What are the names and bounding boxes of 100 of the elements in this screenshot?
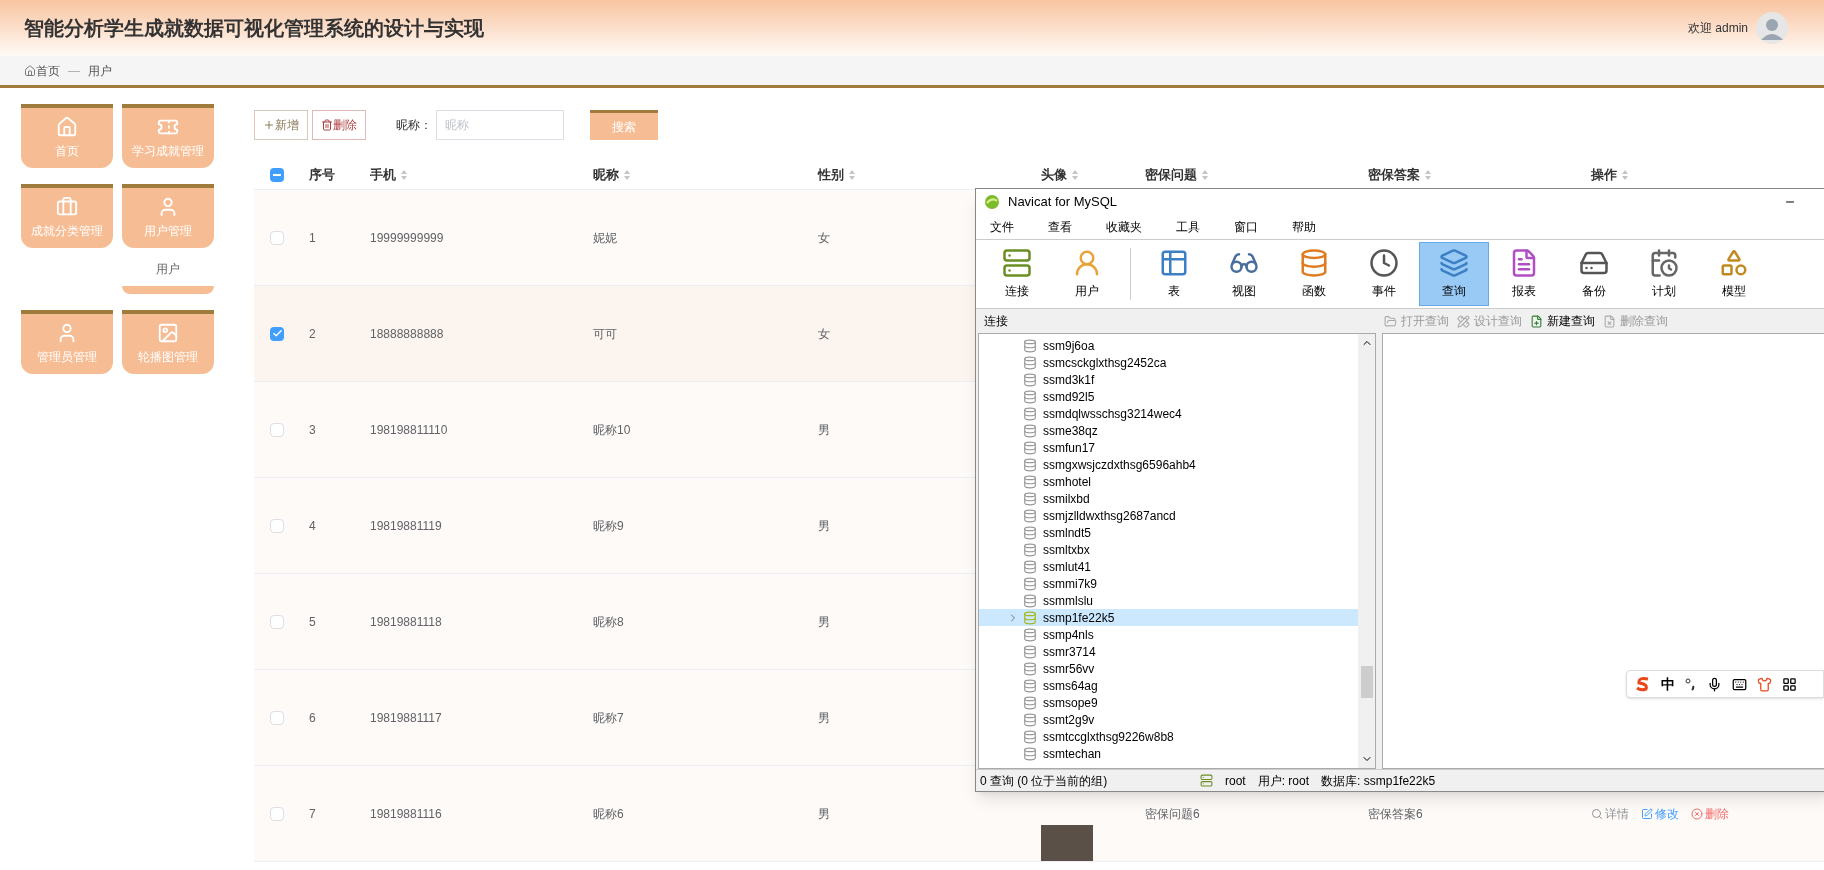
toolbar-button[interactable]: 事件: [1349, 242, 1419, 306]
edit-icon: [1641, 807, 1653, 820]
database-item[interactable]: ssmgxwsjczdxthsg6596ahb4: [979, 456, 1358, 473]
database-item[interactable]: ssmlndt5: [979, 524, 1358, 541]
checkbox[interactable]: [270, 710, 284, 725]
menu-item[interactable]: 窗口: [1224, 218, 1268, 236]
sort-icon[interactable]: [1424, 168, 1432, 181]
database-item[interactable]: ssmt2g9v: [979, 711, 1358, 728]
picture-icon: [157, 322, 179, 344]
database-item[interactable]: ssmtccglxthsg9226w8b8: [979, 728, 1358, 745]
table-cell: 198198811110: [370, 422, 448, 437]
sort-icon[interactable]: [623, 168, 631, 181]
database-item[interactable]: ssmp1fe22k5: [979, 609, 1358, 626]
checkbox[interactable]: [270, 806, 284, 821]
keyboard-icon[interactable]: [1732, 676, 1747, 692]
menu-item[interactable]: 工具: [1166, 218, 1210, 236]
window-title: Navicat for MySQL: [1008, 193, 1118, 212]
database-item[interactable]: ssmd92l5: [979, 388, 1358, 405]
database-item[interactable]: ssmhotel: [979, 473, 1358, 490]
checkbox[interactable]: [270, 518, 284, 533]
database-item[interactable]: ssmtechan: [979, 745, 1358, 762]
add-button[interactable]: 新增: [254, 110, 308, 140]
checkbox[interactable]: [270, 614, 284, 629]
column-header: 手机: [370, 165, 396, 184]
submenu-item[interactable]: 用户: [156, 260, 180, 278]
database-item[interactable]: ssmjzlldwxthsg2687ancd: [979, 507, 1358, 524]
checkbox[interactable]: [270, 326, 284, 341]
sort-icon[interactable]: [848, 168, 856, 181]
database-item[interactable]: ssmcsckglxthsg2452ca: [979, 354, 1358, 371]
sort-icon[interactable]: [1071, 168, 1079, 181]
checkbox[interactable]: [270, 167, 284, 182]
database-item[interactable]: ssmltxbx: [979, 541, 1358, 558]
checkbox[interactable]: [270, 230, 284, 245]
table-cell: 昵称7: [593, 710, 624, 725]
logo-icon: [984, 194, 1000, 210]
database-item[interactable]: ssmfun17: [979, 439, 1358, 456]
menu-item[interactable]: 帮助: [1282, 218, 1326, 236]
database-item[interactable]: ssme38qz: [979, 422, 1358, 439]
microphone-icon[interactable]: [1707, 676, 1722, 692]
database-item[interactable]: ssm9j6oa: [979, 337, 1358, 354]
column-header: 性别: [818, 165, 844, 184]
table-cell: 19819881118: [370, 614, 442, 629]
checkbox[interactable]: [270, 422, 284, 437]
database-item[interactable]: ssmlut41: [979, 558, 1358, 575]
avatar-icon[interactable]: [1756, 12, 1788, 44]
grid-icon[interactable]: [1782, 676, 1797, 692]
punctuation-icon[interactable]: [1685, 677, 1697, 691]
sort-icon[interactable]: [1201, 168, 1209, 181]
table-cell: 1: [309, 230, 316, 245]
table-cell: 男: [818, 614, 830, 629]
table-cell: 19999999999: [370, 230, 444, 245]
database-item[interactable]: ssmr3714: [979, 643, 1358, 660]
database-item[interactable]: ssmp4nls: [979, 626, 1358, 643]
input-mode[interactable]: 中: [1661, 673, 1675, 695]
toolbar-button[interactable]: 函数: [1279, 242, 1349, 306]
delete-button[interactable]: 删除: [312, 110, 366, 140]
logo-icon[interactable]: [1635, 676, 1651, 692]
toolbar-button[interactable]: 用户: [1052, 242, 1122, 306]
table-cell: 2: [309, 326, 316, 341]
database-item[interactable]: ssms64ag: [979, 677, 1358, 694]
database-item[interactable]: ssmilxbd: [979, 490, 1358, 507]
database-icon: [1023, 559, 1037, 574]
table-cell: 19819881116: [370, 806, 442, 821]
table-cell: 密保答案6: [1368, 806, 1423, 821]
database-item[interactable]: ssmmlslu: [979, 592, 1358, 609]
search-field[interactable]: 昵称: [436, 110, 564, 140]
shirt-icon[interactable]: [1757, 676, 1772, 692]
query-action[interactable]: 新建查询: [1530, 312, 1595, 330]
folder-icon: [1384, 314, 1397, 328]
sort-icon[interactable]: [400, 168, 408, 181]
database-item[interactable]: ssmr56vv: [979, 660, 1358, 677]
server-icon: [1200, 774, 1213, 787]
table-cell: 女: [818, 230, 830, 245]
menu-item[interactable]: 文件: [980, 218, 1024, 236]
database-item[interactable]: ssmsope9: [979, 694, 1358, 711]
toolbar-button[interactable]: 表: [1139, 242, 1209, 306]
database-item[interactable]: ssmmi7k9: [979, 575, 1358, 592]
briefcase-icon: [56, 196, 78, 218]
menu-item[interactable]: 查看: [1038, 218, 1082, 236]
menu-item[interactable]: 收藏夹: [1096, 218, 1152, 236]
database-item[interactable]: ssmdqlwsschsg3214wec4: [979, 405, 1358, 422]
table-cell: 昵称8: [593, 614, 624, 629]
scroll-thumb[interactable]: [1360, 665, 1373, 698]
breadcrumb-item[interactable]: 首页: [36, 61, 60, 80]
toolbar-button[interactable]: 视图: [1209, 242, 1279, 306]
table-cell: 18888888888: [370, 326, 444, 341]
database-icon: [1023, 729, 1037, 744]
toolbar-button[interactable]: 备份: [1559, 242, 1629, 306]
toolbar-button[interactable]: 查询: [1419, 242, 1489, 306]
toolbar-button[interactable]: 报表: [1489, 242, 1559, 306]
toolbar-button[interactable]: 模型: [1699, 242, 1769, 306]
toolbar-button[interactable]: 计划: [1629, 242, 1699, 306]
scrollbar[interactable]: [1358, 334, 1375, 768]
toolbar-button[interactable]: 连接: [982, 242, 1052, 306]
status-text: 数据库: ssmp1fe22k5: [1321, 772, 1436, 790]
sort-icon[interactable]: [1621, 168, 1629, 181]
home-icon[interactable]: [24, 64, 36, 77]
database-item[interactable]: ssmd3k1f: [979, 371, 1358, 388]
table-cell: 19819881119: [370, 518, 442, 533]
column-header: 序号: [309, 165, 335, 184]
